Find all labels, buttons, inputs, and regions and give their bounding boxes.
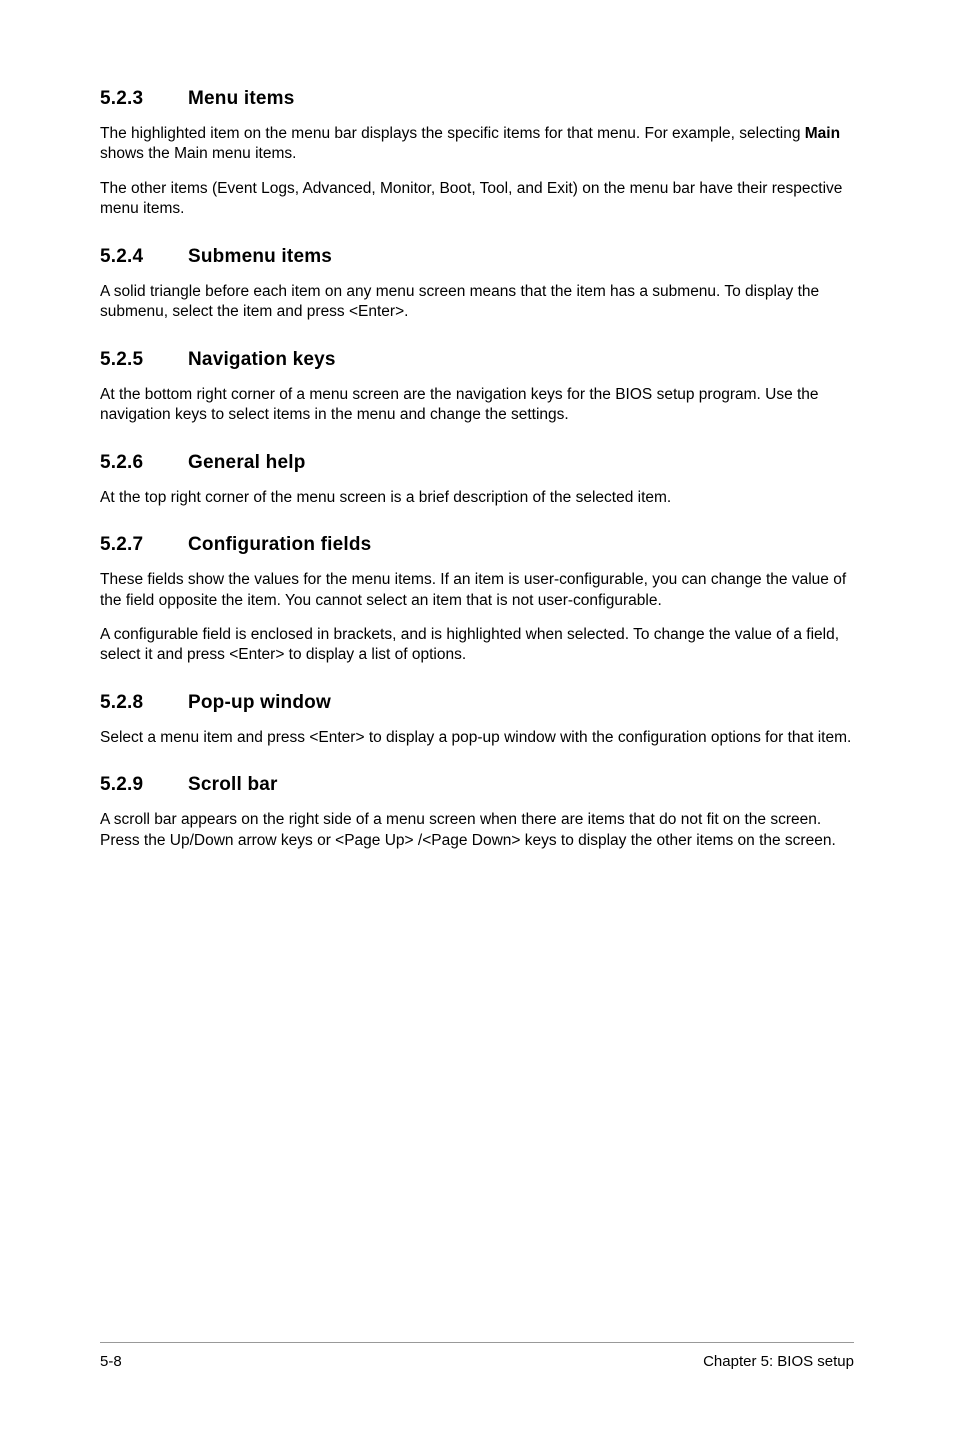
paragraph: These fields show the values for the men… (100, 570, 854, 611)
heading-number: 5.2.4 (100, 246, 188, 268)
section-5-2-8: 5.2.8Pop-up window Select a menu item an… (100, 692, 854, 748)
heading-title: Configuration fields (188, 534, 371, 555)
heading-5-2-9: 5.2.9Scroll bar (100, 774, 854, 796)
heading-number: 5.2.7 (100, 534, 188, 556)
paragraph: The highlighted item on the menu bar dis… (100, 124, 854, 165)
section-5-2-3: 5.2.3Menu items The highlighted item on … (100, 88, 854, 220)
paragraph: Select a menu item and press <Enter> to … (100, 728, 854, 748)
section-5-2-4: 5.2.4Submenu items A solid triangle befo… (100, 246, 854, 323)
section-5-2-6: 5.2.6General help At the top right corne… (100, 452, 854, 508)
heading-title: General help (188, 452, 306, 473)
heading-5-2-6: 5.2.6General help (100, 452, 854, 474)
heading-number: 5.2.3 (100, 88, 188, 110)
paragraph: The other items (Event Logs, Advanced, M… (100, 179, 854, 220)
heading-number: 5.2.9 (100, 774, 188, 796)
heading-5-2-3: 5.2.3Menu items (100, 88, 854, 110)
heading-5-2-5: 5.2.5Navigation keys (100, 349, 854, 371)
chapter-label: Chapter 5: BIOS setup (703, 1353, 854, 1370)
text-pre: The highlighted item on the menu bar dis… (100, 125, 805, 142)
heading-number: 5.2.5 (100, 349, 188, 371)
paragraph: A scroll bar appears on the right side o… (100, 810, 854, 851)
heading-title: Submenu items (188, 246, 332, 267)
paragraph: At the bottom right corner of a menu scr… (100, 385, 854, 426)
text-bold: Main (805, 125, 840, 142)
heading-5-2-7: 5.2.7Configuration fields (100, 534, 854, 556)
page-footer: 5-8 Chapter 5: BIOS setup (100, 1342, 854, 1370)
heading-number: 5.2.8 (100, 692, 188, 714)
section-5-2-9: 5.2.9Scroll bar A scroll bar appears on … (100, 774, 854, 851)
heading-5-2-4: 5.2.4Submenu items (100, 246, 854, 268)
heading-number: 5.2.6 (100, 452, 188, 474)
section-5-2-5: 5.2.5Navigation keys At the bottom right… (100, 349, 854, 426)
heading-5-2-8: 5.2.8Pop-up window (100, 692, 854, 714)
section-5-2-7: 5.2.7Configuration fields These fields s… (100, 534, 854, 666)
text-post: shows the Main menu items. (100, 145, 296, 162)
heading-title: Navigation keys (188, 349, 336, 370)
heading-title: Pop-up window (188, 692, 331, 713)
page-number: 5-8 (100, 1353, 122, 1370)
paragraph: A configurable field is enclosed in brac… (100, 625, 854, 666)
paragraph: At the top right corner of the menu scre… (100, 488, 854, 508)
paragraph: A solid triangle before each item on any… (100, 282, 854, 323)
heading-title: Menu items (188, 88, 295, 109)
heading-title: Scroll bar (188, 774, 278, 795)
